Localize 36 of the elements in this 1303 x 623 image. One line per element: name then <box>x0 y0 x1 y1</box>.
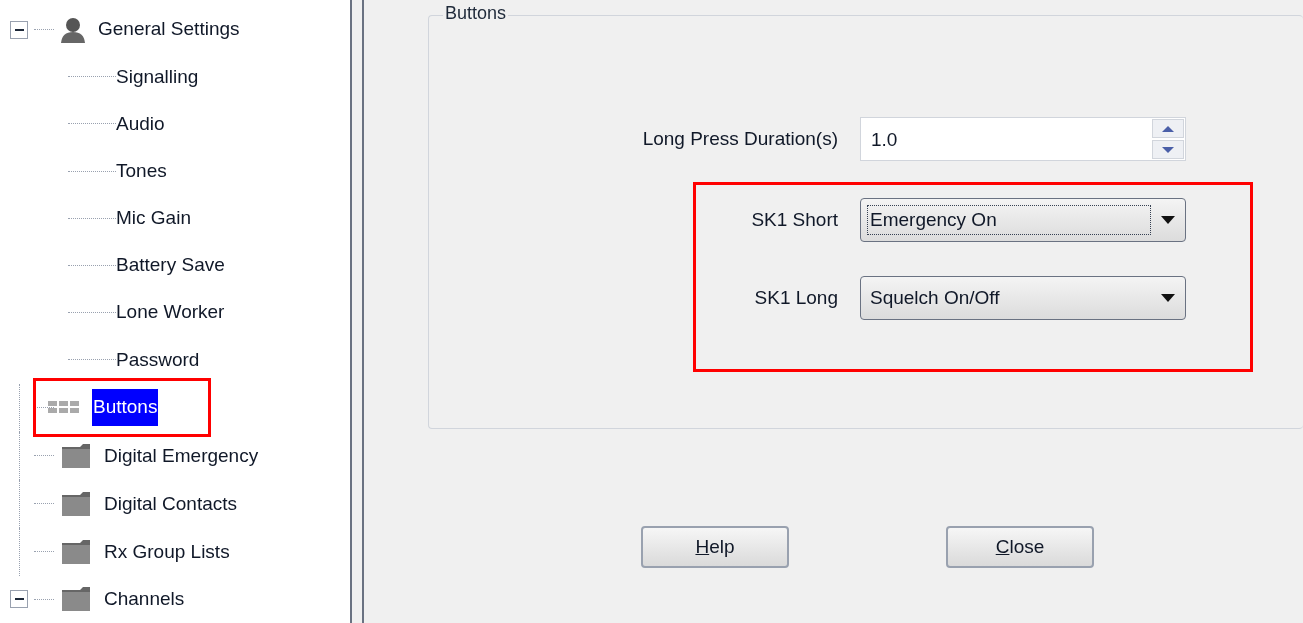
caret-icon <box>1161 294 1175 302</box>
tree-item[interactable]: Audio <box>116 109 165 139</box>
spin-down-button[interactable] <box>1152 140 1184 159</box>
spin-up-button[interactable] <box>1152 119 1184 138</box>
field-label: SK1 Short <box>750 207 839 232</box>
tree-item[interactable]: Tones <box>116 156 167 186</box>
dropdown[interactable]: Squelch On/Off <box>860 276 1186 320</box>
tree-item[interactable]: Buttons <box>92 389 159 426</box>
folder-icon <box>60 442 92 469</box>
dialog-button[interactable]: Help <box>641 526 789 568</box>
dialog-button[interactable]: Close <box>946 526 1094 568</box>
folder-icon <box>60 586 92 613</box>
tree-item[interactable]: Signalling <box>116 62 199 91</box>
spin-field[interactable]: 1.0 <box>860 117 1186 161</box>
folder-icon <box>60 538 92 565</box>
field-label: SK1 Long <box>753 285 839 310</box>
collapse-toggle[interactable] <box>10 20 28 39</box>
tree-item[interactable]: General Settings <box>98 15 240 44</box>
folder-icon <box>60 490 92 517</box>
grid-icon <box>48 400 80 415</box>
tree-item[interactable]: Mic Gain <box>116 204 191 233</box>
tree-item[interactable]: Password <box>116 345 200 375</box>
splitter-bar[interactable] <box>350 0 364 623</box>
tree-item[interactable]: Channels <box>104 585 185 614</box>
tree-item[interactable]: Lone Worker <box>116 298 225 327</box>
dropdown[interactable]: Emergency On <box>860 198 1186 242</box>
person-icon <box>60 15 86 44</box>
tree-item[interactable]: Digital Contacts <box>104 489 238 519</box>
field-label: Long Press Duration(s) <box>641 126 839 151</box>
up-arrow-icon <box>1162 125 1174 132</box>
collapse-toggle[interactable] <box>10 590 28 609</box>
tree-item[interactable]: Rx Group Lists <box>104 537 230 567</box>
down-arrow-icon <box>1162 146 1174 153</box>
tree-item[interactable]: Battery Save <box>116 251 225 280</box>
tree-item[interactable]: Digital Emergency <box>104 441 259 471</box>
caret-icon <box>1161 216 1175 224</box>
